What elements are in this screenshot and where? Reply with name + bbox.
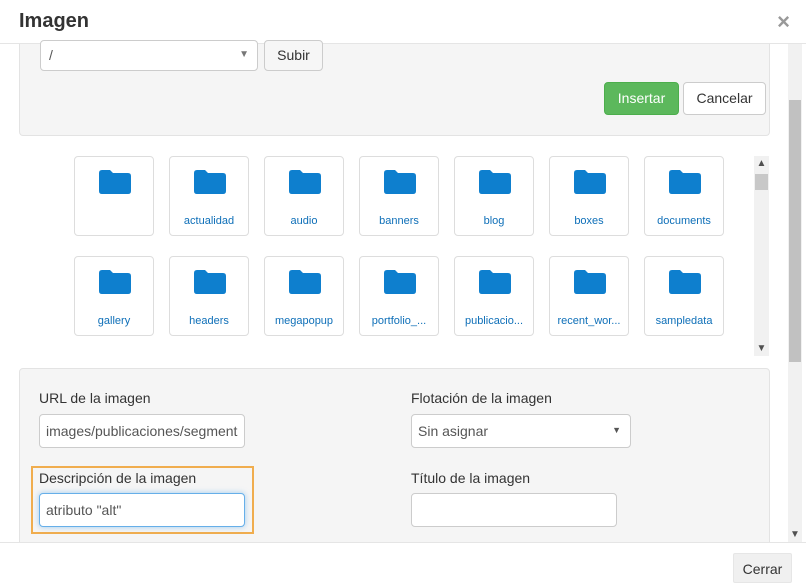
folder-icon — [99, 270, 131, 294]
float-select-value: Sin asignar — [418, 423, 489, 439]
folder-name: blog — [483, 215, 505, 227]
folder-tile[interactable]: recent_wor... — [549, 256, 629, 336]
folder-icon — [479, 270, 511, 294]
folder-name: gallery — [97, 315, 131, 327]
folder-tile[interactable]: blog — [454, 156, 534, 236]
title-label: Título de la imagen — [411, 470, 531, 486]
description-input[interactable]: atributo "alt" — [39, 493, 245, 527]
folder-name: documents — [657, 215, 711, 227]
image-properties-panel: URL de la imagen images/publicaciones/se… — [19, 368, 770, 558]
folder-icon — [574, 170, 606, 194]
folder-select-value: / — [49, 47, 53, 63]
folder-icon — [289, 170, 321, 194]
folder-icon — [574, 270, 606, 294]
folder-tile[interactable]: audio — [264, 156, 344, 236]
dialog-title: Imagen — [19, 10, 90, 32]
folder-icon — [669, 270, 701, 294]
folder-name: audio — [290, 215, 318, 227]
description-label: Descripción de la imagen — [39, 470, 197, 486]
insert-button[interactable]: Insertar — [604, 82, 679, 115]
folder-name: publicacio... — [464, 315, 524, 327]
upload-button[interactable]: Subir — [264, 40, 323, 71]
close-icon[interactable]: × — [777, 10, 790, 34]
toolbar-panel: / ▼ Subir Insertar Cancelar — [19, 40, 770, 136]
folder-tile[interactable]: megapopup — [264, 256, 344, 336]
chevron-down-icon: ▼ — [239, 49, 249, 60]
folder-icon — [194, 170, 226, 194]
scroll-up-icon[interactable]: ▲ — [754, 158, 769, 169]
folder-icon — [384, 170, 416, 194]
title-input[interactable] — [411, 493, 617, 527]
scroll-down-icon[interactable]: ▼ — [754, 343, 769, 354]
folder-tile[interactable]: portfolio_... — [359, 256, 439, 336]
folder-icon — [669, 170, 701, 194]
folder-icon — [99, 170, 131, 194]
folder-browser-scrollbar[interactable]: ▲ ▼ — [754, 156, 769, 356]
folder-name: headers — [189, 315, 229, 327]
folder-browser: actualidad audio banners blog boxes documents… — [74, 156, 734, 356]
folder-name: recent_wor... — [557, 315, 621, 327]
close-button[interactable]: Cerrar — [733, 553, 792, 583]
url-input[interactable]: images/publicaciones/segment — [39, 414, 245, 448]
folder-tile[interactable]: actualidad — [169, 156, 249, 236]
folder-tile[interactable] — [74, 156, 154, 236]
image-dialog: Imagen × ▼ / ▼ Subir Insertar Cancelar a… — [0, 0, 806, 587]
folder-tile[interactable]: boxes — [549, 156, 629, 236]
folder-select[interactable]: / ▼ — [40, 40, 258, 71]
folder-tile[interactable]: publicacio... — [454, 256, 534, 336]
folder-icon — [194, 270, 226, 294]
folder-icon — [479, 170, 511, 194]
folder-icon — [384, 270, 416, 294]
folder-tile[interactable]: headers — [169, 256, 249, 336]
float-select[interactable]: Sin asignar ▼ — [411, 414, 631, 448]
url-label: URL de la imagen — [39, 390, 151, 406]
folder-browser-scrollbar-thumb[interactable] — [755, 174, 768, 190]
cancel-button[interactable]: Cancelar — [683, 82, 766, 115]
folder-tile[interactable]: documents — [644, 156, 724, 236]
folder-name: sampledata — [655, 315, 713, 327]
folder-tile[interactable]: banners — [359, 156, 439, 236]
folder-name: portfolio_... — [371, 315, 427, 327]
folder-name: actualidad — [183, 215, 235, 227]
folder-name: megapopup — [274, 315, 334, 327]
folder-tile[interactable]: gallery — [74, 256, 154, 336]
dialog-header: Imagen × — [0, 0, 806, 44]
folder-name: banners — [379, 215, 419, 227]
chevron-down-icon: ▼ — [612, 425, 621, 435]
dialog-footer: Cerrar — [0, 542, 806, 587]
float-label: Flotación de la imagen — [411, 390, 552, 406]
folder-icon — [289, 270, 321, 294]
folder-tile[interactable]: sampledata — [644, 256, 724, 336]
folder-name: boxes — [574, 215, 604, 227]
